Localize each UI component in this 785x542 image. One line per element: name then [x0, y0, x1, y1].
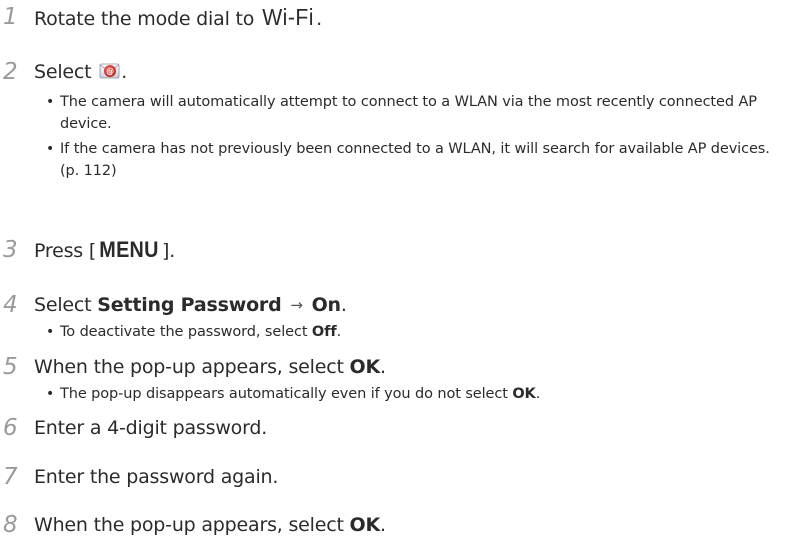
note-item: To deactivate the password, select Off.: [46, 321, 771, 343]
step-6: 6 Enter a 4-digit password.: [0, 413, 785, 443]
step-text-suffix: .: [121, 61, 128, 83]
step-text-suffix: .: [340, 294, 347, 316]
step-3: 3 Press [MENU].: [0, 235, 785, 265]
step-text-prefix: Select: [34, 61, 98, 83]
step-text-prefix: Press [: [34, 240, 97, 262]
step-text: When the pop-up appears, select OK.: [34, 510, 386, 540]
step-number: 2: [3, 59, 18, 85]
step-5-notes: The pop-up disappears automatically even…: [46, 383, 771, 405]
step-text-prefix: When the pop-up appears, select: [34, 356, 350, 378]
note-suffix: .: [336, 324, 342, 340]
note-item: If the camera has not previously been co…: [46, 138, 771, 182]
step-number: 6: [3, 415, 18, 441]
step-1: 1 Rotate the mode dial to Wi-Fi.: [0, 2, 785, 32]
note-prefix: To deactivate the password, select: [60, 324, 312, 340]
menu-key-label: MENU: [99, 237, 159, 262]
step-text-suffix: .: [380, 356, 386, 378]
step-text-suffix: ].: [162, 240, 176, 262]
step-number: 3: [3, 237, 18, 263]
step-2: 2 Select @ . • The camera will automatic…: [0, 57, 785, 179]
manual-page: 1 Rotate the mode dial to Wi-Fi. 2 Selec…: [0, 0, 785, 542]
step-5: 5 When the pop-up appears, select OK. Th…: [0, 352, 785, 405]
step-8: 8 When the pop-up appears, select OK.: [0, 510, 785, 540]
menu-option-setting-password: Setting Password: [97, 294, 282, 316]
step-text: When the pop-up appears, select OK.: [34, 352, 386, 382]
step-number: 1: [3, 4, 18, 30]
step-number: 7: [3, 464, 18, 490]
step-text-suffix: .: [316, 8, 322, 30]
step-number: 8: [3, 512, 18, 538]
step-text: Rotate the mode dial to Wi-Fi.: [34, 2, 322, 34]
menu-option-on: On: [311, 294, 341, 316]
note-item: The pop-up disappears automatically even…: [46, 383, 771, 405]
note-item: The camera will automatically attempt to…: [46, 91, 771, 135]
step-text: Select Setting Password → On.: [34, 290, 347, 321]
arrow-right-icon: →: [290, 296, 303, 314]
svg-text:@: @: [106, 67, 114, 76]
step-text: Select @ .: [34, 57, 127, 87]
note-suffix: .: [535, 386, 541, 402]
email-app-icon: @: [99, 60, 121, 80]
step-number: 5: [3, 354, 18, 380]
wifi-mode-label: Wi-Fi: [262, 4, 314, 30]
ok-label: OK: [349, 356, 381, 378]
step-text: Enter the password again.: [34, 466, 279, 488]
note-bold: OK: [512, 386, 536, 402]
step-4-notes: To deactivate the password, select Off.: [46, 321, 771, 343]
ok-label: OK: [349, 514, 381, 536]
step-text-suffix: .: [380, 514, 386, 536]
step-text-prefix: Select: [34, 294, 98, 316]
step-4: 4 Select Setting Password → On. To deact…: [0, 290, 785, 343]
step-text: Press [MENU].: [34, 235, 175, 266]
step-text: Enter a 4-digit password.: [34, 417, 268, 439]
note-prefix: The pop-up disappears automatically even…: [60, 386, 513, 402]
step-text-prefix: When the pop-up appears, select: [34, 514, 350, 536]
step-number: 4: [3, 292, 18, 318]
step-text-prefix: Rotate the mode dial to: [34, 8, 261, 30]
step-7: 7 Enter the password again.: [0, 462, 785, 492]
note-bold: Off: [311, 324, 337, 340]
step-2-notes: The camera will automatically attempt to…: [46, 91, 771, 182]
